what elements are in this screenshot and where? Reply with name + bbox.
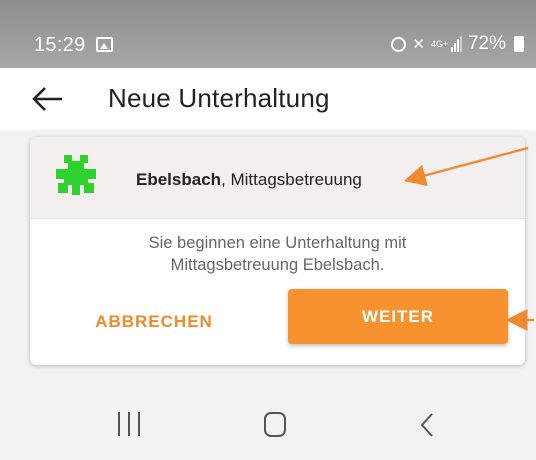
cancel-button[interactable]: ABBRECHEN <box>74 297 234 347</box>
mute-icon: ✕ <box>412 36 425 53</box>
continue-button[interactable]: WEITER <box>288 289 508 344</box>
home-icon[interactable] <box>264 412 286 437</box>
status-time: 15:29 <box>34 34 86 56</box>
dialog-header: Ebelsbach, Mittagsbetreuung <box>30 137 525 219</box>
new-conversation-dialog: Ebelsbach, Mittagsbetreuung Sie beginnen… <box>30 137 525 365</box>
nav-bar <box>0 392 536 460</box>
signal-icon <box>450 36 462 52</box>
recent-apps-icon[interactable] <box>118 412 140 436</box>
avatar-icon <box>52 151 100 199</box>
app-bar: Neue Unterhaltung <box>0 68 536 130</box>
arrow-left-icon[interactable] <box>30 82 66 116</box>
battery-icon <box>514 36 524 52</box>
recipient-bold: Ebelsbach <box>136 170 222 189</box>
page-title: Neue Unterhaltung <box>108 83 330 113</box>
network-icon: 4G+ <box>430 39 449 49</box>
recipient-name: Ebelsbach, Mittagsbetreuung <box>136 170 362 190</box>
battery-level: 72% <box>467 33 506 54</box>
image-icon <box>96 37 113 52</box>
status-bar: 15:29 ✕ 4G+ 72% <box>0 0 536 68</box>
back-icon[interactable] <box>418 411 436 439</box>
dialog-message: Sie beginnen eine Unterhaltung mit Mitta… <box>148 234 407 274</box>
recipient-rest: , Mittagsbetreuung <box>221 170 362 189</box>
alarm-icon <box>391 36 407 52</box>
status-icons: ✕ 4G+ 72% <box>391 33 524 55</box>
